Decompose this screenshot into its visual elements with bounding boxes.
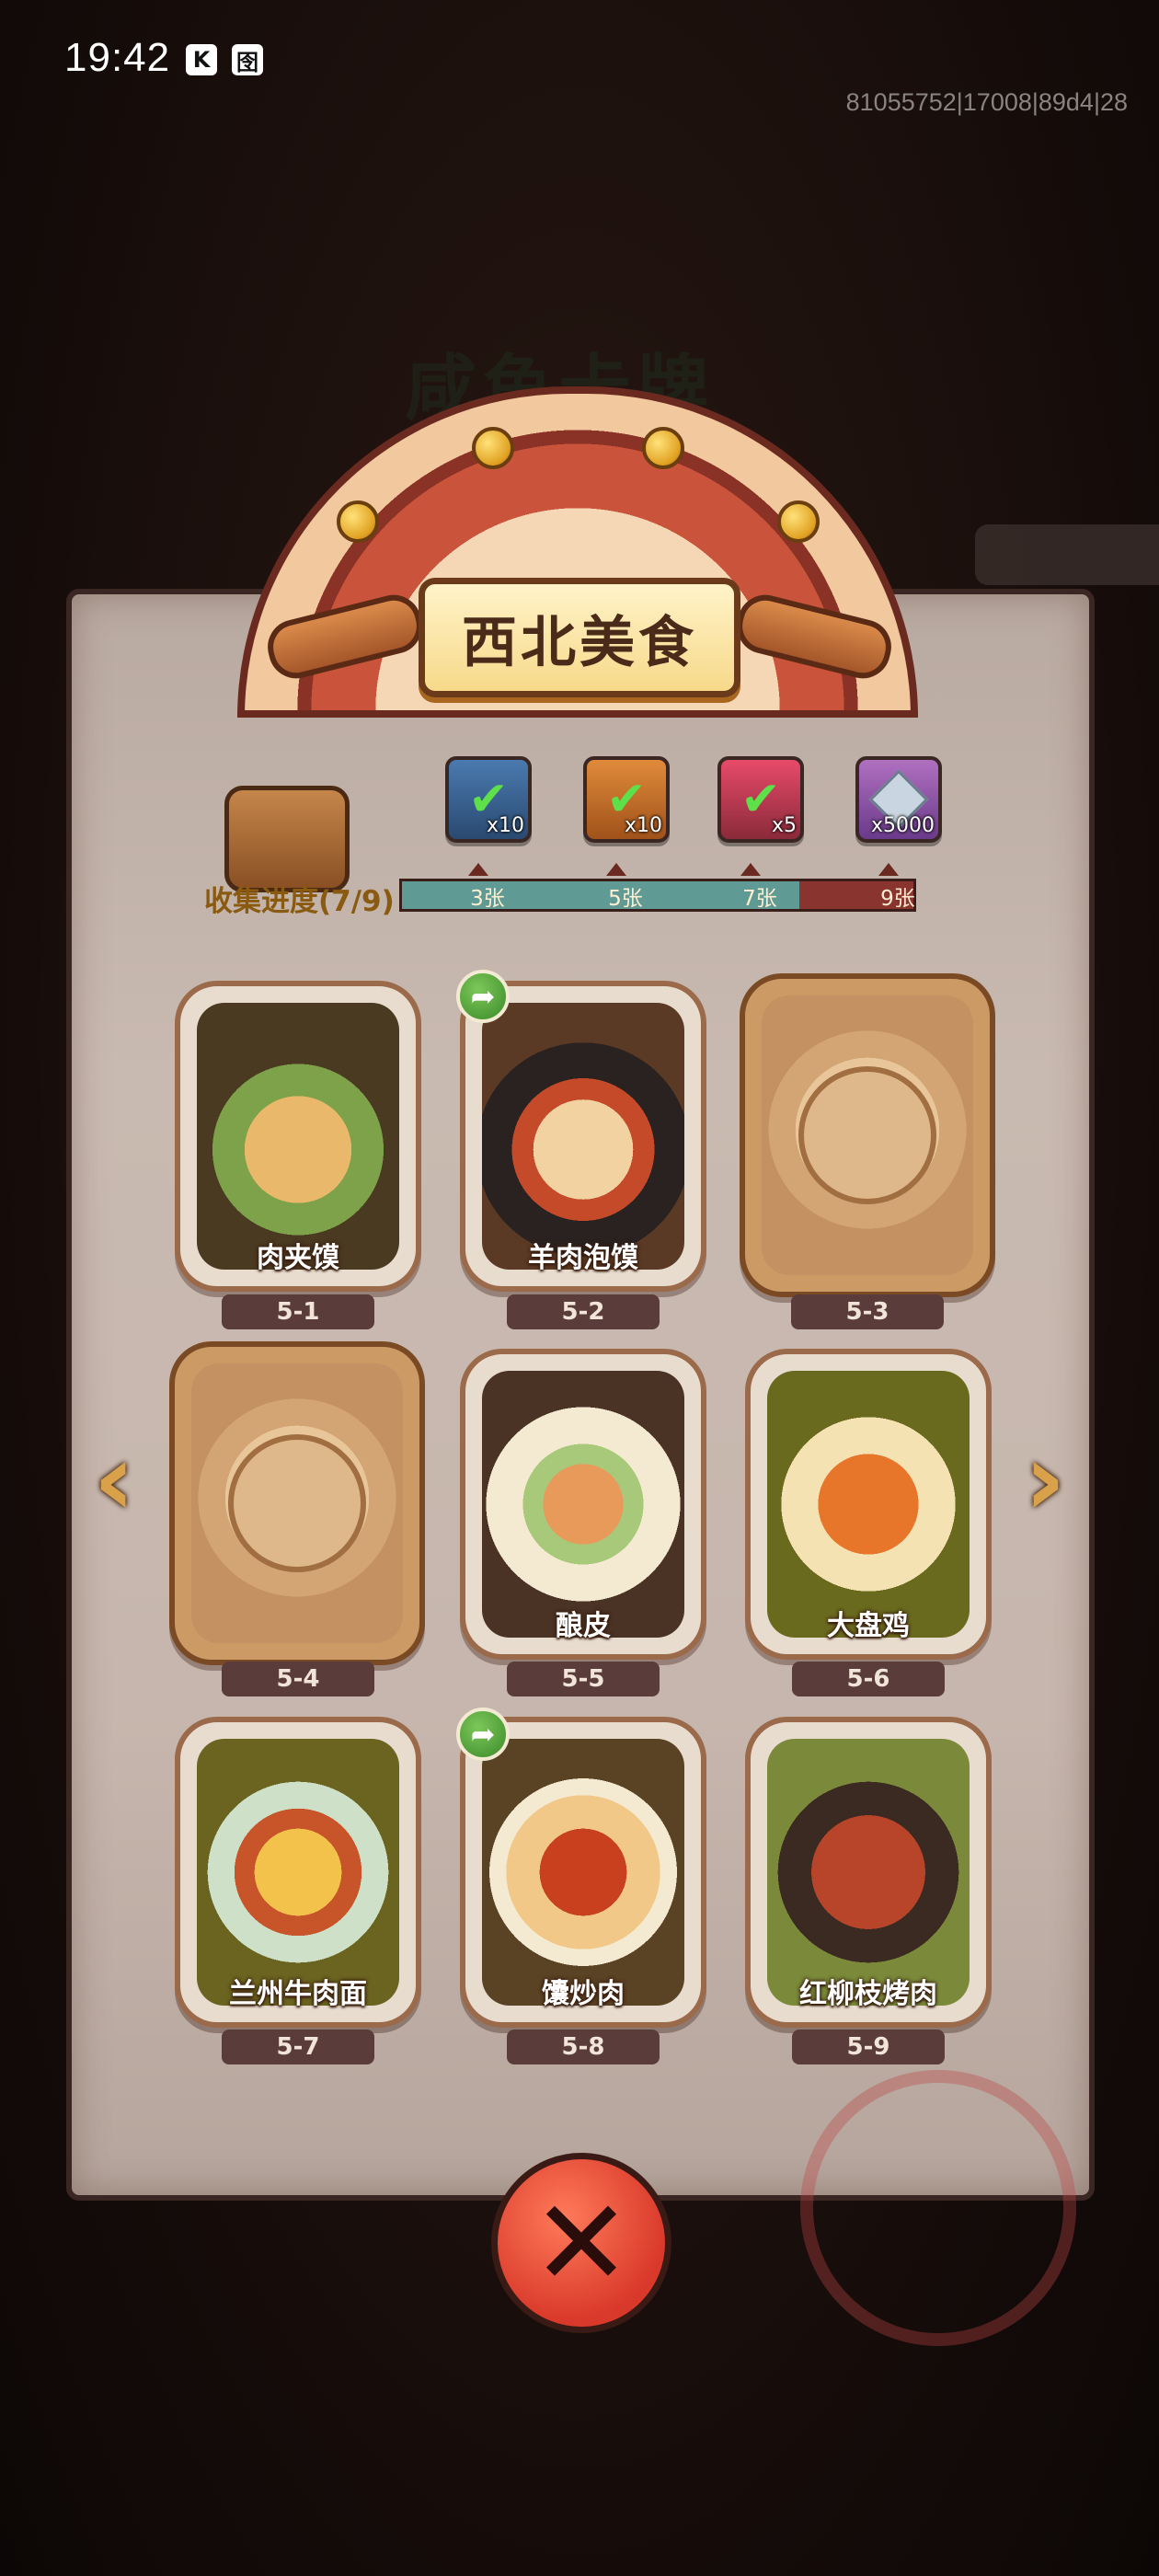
reward-count: x5000 xyxy=(870,814,935,837)
next-page-arrow-icon[interactable]: › xyxy=(1008,1422,1082,1536)
food-card-5-9[interactable]: 红柳枝烤肉 xyxy=(745,1717,992,2028)
reward-2[interactable]: ✔ x10 xyxy=(583,756,670,843)
red-willow-kebab-art-icon xyxy=(767,1739,970,2006)
reward-count: x10 xyxy=(486,814,524,837)
milestone-label: 5张 xyxy=(608,887,643,911)
card-id-tag: 5-6 xyxy=(792,1662,945,1696)
food-card-5-4[interactable] xyxy=(169,1341,425,1665)
food-card-5-8[interactable]: 馕炒肉 xyxy=(460,1717,706,2028)
arch-stud-icon xyxy=(777,500,820,543)
locked-card-art xyxy=(762,995,973,1275)
seal-stamp xyxy=(800,2070,1076,2346)
nang-chaorou-art-icon xyxy=(482,1739,684,2006)
share-arrow-icon[interactable]: ➦ xyxy=(456,1708,510,1761)
notification-icon: 囹 xyxy=(232,44,263,75)
food-card-5-1[interactable]: 肉夹馍 xyxy=(175,981,421,1292)
arch-stud-icon xyxy=(337,500,379,543)
food-card-5-6[interactable]: 大盘鸡 xyxy=(745,1349,992,1660)
reward-1[interactable]: ✔ x10 xyxy=(445,756,532,843)
title-banner: 西北美食 xyxy=(419,578,740,697)
milestone-label: 3张 xyxy=(470,887,505,911)
milestone-marker xyxy=(468,863,488,876)
locked-face-icon xyxy=(798,1066,936,1204)
card-id-tag: 5-7 xyxy=(222,2030,374,2064)
k-app-icon: K xyxy=(186,44,217,75)
card-name: 肉夹馍 xyxy=(257,1242,339,1274)
card-id-tag: 5-8 xyxy=(507,2030,660,2064)
card-name: 红柳枝烤肉 xyxy=(799,1978,937,2010)
lanzhou-beef-noodles-art-icon xyxy=(197,1739,399,2006)
reward-count: x5 xyxy=(771,814,797,837)
dialog-title: 西北美食 xyxy=(462,610,697,675)
card-id-tag: 5-4 xyxy=(222,1662,374,1696)
milestone-label: 7张 xyxy=(742,887,777,911)
food-card-5-5[interactable]: 酿皮 xyxy=(460,1349,706,1660)
card-id-tag: 5-1 xyxy=(222,1294,374,1329)
food-card-5-2[interactable]: 羊肉泡馍 xyxy=(460,981,706,1292)
card-name: 馕炒肉 xyxy=(542,1978,625,2010)
roujiamo-art-icon xyxy=(197,1003,399,1270)
reward-3[interactable]: ✔ x5 xyxy=(717,756,804,843)
milestone-marker xyxy=(740,863,761,876)
niangpi-art-icon xyxy=(482,1371,684,1638)
prev-page-arrow-icon[interactable]: ‹ xyxy=(77,1422,151,1536)
card-name: 兰州牛肉面 xyxy=(229,1978,367,2010)
dapanji-art-icon xyxy=(767,1371,970,1638)
card-name: 羊肉泡馍 xyxy=(528,1242,638,1274)
yangrou-paomo-art-icon xyxy=(482,1003,684,1270)
build-info: 81055752|17008|89d4|28 xyxy=(845,88,1128,116)
card-id-tag: 5-2 xyxy=(507,1294,660,1329)
card-collection-icon xyxy=(224,786,350,892)
card-name: 大盘鸡 xyxy=(827,1610,910,1642)
close-icon: ✕ xyxy=(531,2173,632,2313)
card-id-tag: 5-3 xyxy=(791,1294,944,1329)
food-card-5-3[interactable] xyxy=(740,973,995,1297)
milestone-marker xyxy=(878,863,899,876)
reward-4[interactable]: x5000 xyxy=(855,756,942,843)
milestone-marker xyxy=(606,863,626,876)
arch-stud-icon xyxy=(472,427,514,469)
locked-card-art xyxy=(191,1363,403,1643)
share-arrow-icon[interactable]: ➦ xyxy=(456,970,510,1023)
arch-stud-icon xyxy=(642,427,684,469)
progress-label: 收集进度(7/9) xyxy=(204,885,395,918)
card-name: 酿皮 xyxy=(556,1610,611,1642)
status-time: 19:42 xyxy=(64,35,171,80)
milestone-label: 9张 xyxy=(880,887,915,911)
locked-face-icon xyxy=(228,1434,366,1572)
food-card-5-7[interactable]: 兰州牛肉面 xyxy=(175,1717,421,2028)
card-id-tag: 5-9 xyxy=(792,2030,945,2064)
card-id-tag: 5-5 xyxy=(507,1662,660,1696)
background-resource-bar xyxy=(975,524,1159,585)
close-button[interactable]: ✕ xyxy=(491,2153,671,2333)
reward-count: x10 xyxy=(624,814,662,837)
